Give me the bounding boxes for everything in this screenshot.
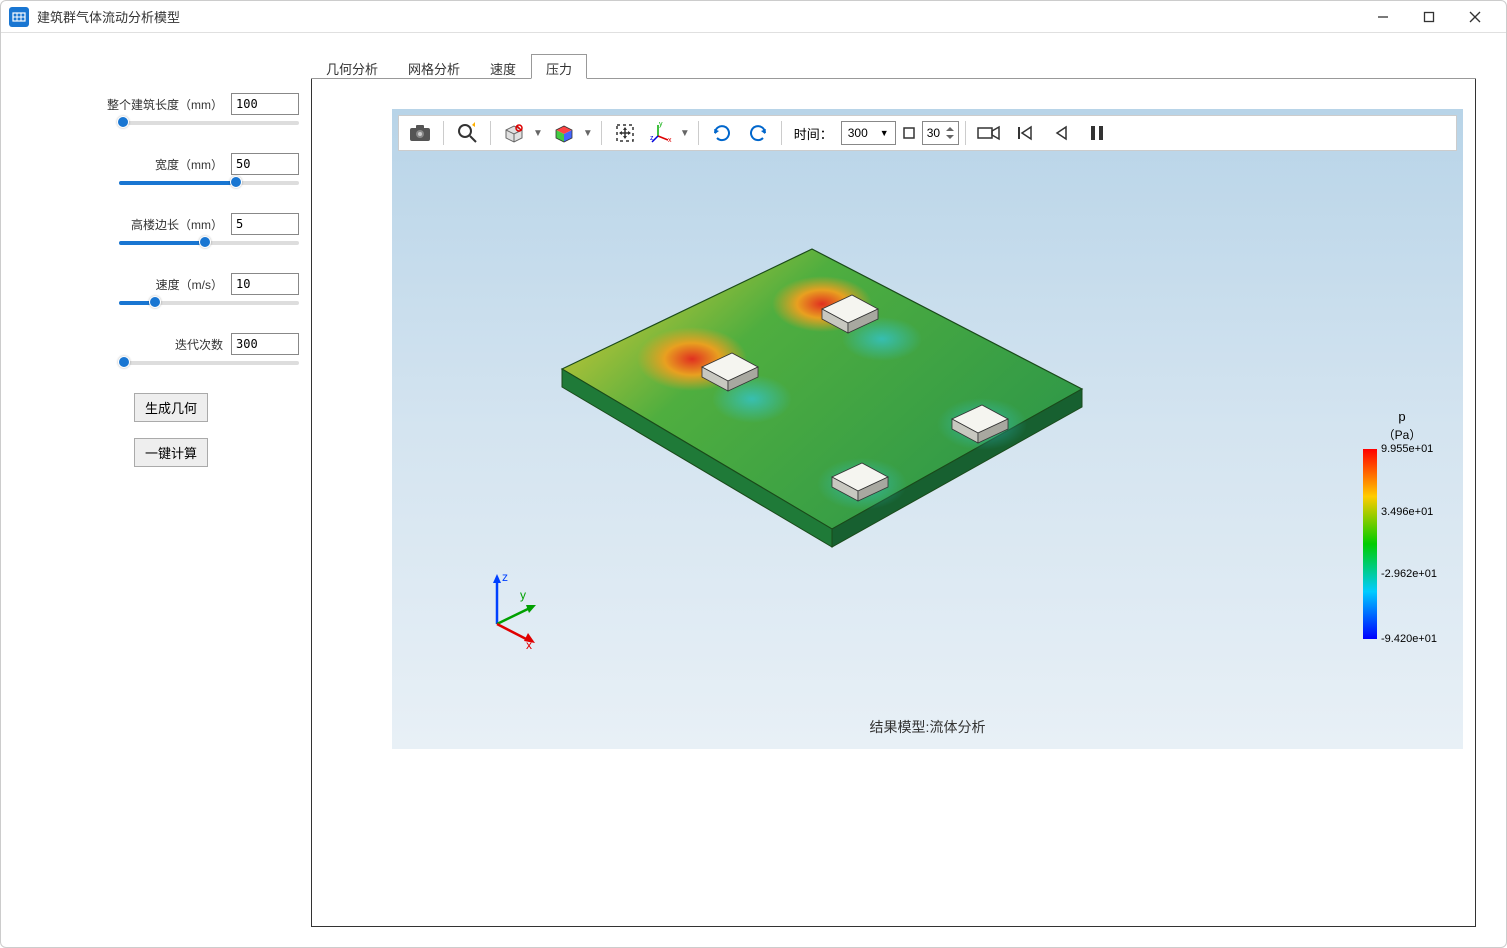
- axis-triad: z y x: [472, 569, 552, 649]
- play-icon[interactable]: [1080, 118, 1114, 148]
- app-window: 建筑群气体流动分析模型 整个建筑长度（mm） 宽度（mm） 高楼边长（mm） 速…: [0, 0, 1507, 948]
- param-input-0[interactable]: [231, 93, 299, 115]
- color-legend: p （Pa） 9.955e+013.496e+01-2.962e+01-9.42…: [1357, 409, 1447, 639]
- time-label: 时间：: [794, 124, 833, 143]
- camera-icon[interactable]: [972, 118, 1006, 148]
- param-label: 高楼边长（mm）: [131, 216, 223, 233]
- generate-geometry-button[interactable]: 生成几何: [134, 393, 208, 422]
- param-label: 迭代次数: [175, 336, 223, 353]
- legend-title: p: [1357, 409, 1447, 424]
- viewport-toolbar: ▼ ▼ y x z ▼: [398, 115, 1457, 151]
- svg-text:z: z: [502, 570, 508, 584]
- window-controls: [1360, 2, 1498, 32]
- legend-tick: -2.962e+01: [1381, 568, 1437, 580]
- param-slider-1[interactable]: [119, 181, 299, 185]
- legend-colorbar: 9.955e+013.496e+01-2.962e+01-9.420e+01: [1363, 449, 1377, 639]
- tab-3[interactable]: 压力: [531, 54, 587, 79]
- param-row-0: 整个建筑长度（mm）: [31, 93, 311, 115]
- param-row-4: 迭代次数: [31, 333, 311, 355]
- legend-tick: -9.420e+01: [1381, 633, 1437, 645]
- param-label: 速度（m/s）: [156, 276, 223, 293]
- frame-spinner[interactable]: 30: [922, 121, 959, 145]
- tab-1[interactable]: 网格分析: [393, 54, 475, 79]
- svg-text:y: y: [520, 588, 526, 602]
- param-slider-3[interactable]: [119, 301, 299, 305]
- colormap-dropdown[interactable]: ▼: [581, 128, 595, 139]
- pressure-plate-render: [522, 229, 1102, 609]
- param-row-1: 宽度（mm）: [31, 153, 311, 175]
- legend-tick: 3.496e+01: [1381, 506, 1433, 518]
- time-combo[interactable]: 300 ▼: [841, 121, 896, 145]
- skip-first-icon[interactable]: [1008, 118, 1042, 148]
- param-row-2: 高楼边长（mm）: [31, 213, 311, 235]
- colormap-icon[interactable]: [547, 118, 581, 148]
- svg-text:x: x: [526, 638, 532, 649]
- viewport-container: ▼ ▼ y x z ▼: [311, 79, 1476, 927]
- screenshot-icon[interactable]: [403, 118, 437, 148]
- param-label: 整个建筑长度（mm）: [107, 96, 223, 113]
- param-row-3: 速度（m/s）: [31, 273, 311, 295]
- titlebar: 建筑群气体流动分析模型: [1, 1, 1506, 33]
- param-slider-0[interactable]: [119, 121, 299, 125]
- param-input-1[interactable]: [231, 153, 299, 175]
- viewport-3d[interactable]: ▼ ▼ y x z ▼: [392, 109, 1463, 749]
- fit-view-icon[interactable]: [608, 118, 642, 148]
- axis-triad-dropdown[interactable]: ▼: [678, 128, 692, 139]
- content: 整个建筑长度（mm） 宽度（mm） 高楼边长（mm） 速度（m/s） 迭代次数 …: [1, 33, 1506, 947]
- maximize-button[interactable]: [1406, 2, 1452, 32]
- time-combo-value: 300: [848, 126, 868, 140]
- window-title: 建筑群气体流动分析模型: [37, 7, 1360, 26]
- rotate-cw-icon[interactable]: [705, 118, 739, 148]
- param-slider-2[interactable]: [119, 241, 299, 245]
- model-caption: 结果模型:流体分析: [870, 717, 986, 737]
- app-icon: [9, 7, 29, 27]
- svg-text:z: z: [650, 135, 654, 142]
- tab-0[interactable]: 几何分析: [311, 54, 393, 79]
- tabs: 几何分析网格分析速度压力: [311, 53, 1476, 79]
- param-input-2[interactable]: [231, 213, 299, 235]
- compute-button[interactable]: 一键计算: [134, 438, 208, 467]
- legend-tick: 9.955e+01: [1381, 443, 1433, 455]
- param-label: 宽度（mm）: [155, 156, 223, 173]
- zoom-icon[interactable]: [450, 118, 484, 148]
- sidebar: 整个建筑长度（mm） 宽度（mm） 高楼边长（mm） 速度（m/s） 迭代次数 …: [31, 53, 311, 927]
- param-input-4[interactable]: [231, 333, 299, 355]
- param-slider-4[interactable]: [119, 361, 299, 365]
- axis-triad-icon[interactable]: y x z: [644, 118, 678, 148]
- tab-2[interactable]: 速度: [475, 54, 531, 79]
- stop-icon[interactable]: [898, 118, 920, 148]
- svg-text:x: x: [668, 137, 672, 144]
- box-view-icon[interactable]: [497, 118, 531, 148]
- box-view-dropdown[interactable]: ▼: [531, 128, 545, 139]
- rotate-ccw-icon[interactable]: [741, 118, 775, 148]
- minimize-button[interactable]: [1360, 2, 1406, 32]
- legend-unit: （Pa）: [1357, 426, 1447, 443]
- svg-text:y: y: [659, 122, 663, 128]
- main-area: 几何分析网格分析速度压力: [311, 53, 1476, 927]
- step-back-icon[interactable]: [1044, 118, 1078, 148]
- frame-spinner-value: 30: [927, 126, 940, 140]
- close-button[interactable]: [1452, 2, 1498, 32]
- param-input-3[interactable]: [231, 273, 299, 295]
